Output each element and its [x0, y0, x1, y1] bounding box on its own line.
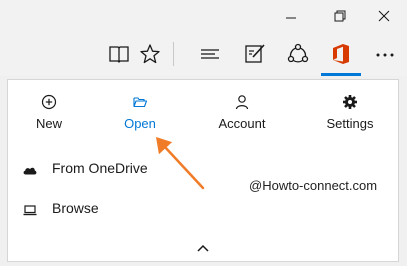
title-bar: [0, 0, 407, 32]
office-icon[interactable]: [329, 42, 353, 66]
settings-label: Settings: [326, 116, 374, 131]
from-onedrive-label: From OneDrive: [52, 160, 148, 176]
open-label: Open: [124, 116, 156, 131]
chevron-up-icon[interactable]: [194, 241, 212, 255]
open-button[interactable]: Open: [100, 94, 180, 134]
office-online-panel: New Open Account Settings From OneDrive …: [7, 79, 399, 262]
account-button[interactable]: Account: [202, 94, 282, 134]
new-label: New: [35, 116, 62, 131]
share-icon[interactable]: [286, 42, 310, 66]
more-icon[interactable]: [373, 42, 397, 66]
browse-label: Browse: [52, 200, 99, 216]
settings-button[interactable]: Settings: [310, 94, 390, 134]
account-label: Account: [218, 116, 266, 131]
cloud-icon: [23, 167, 37, 175]
close-icon[interactable]: [361, 2, 407, 30]
restore-icon[interactable]: [317, 2, 363, 30]
plus-circle-icon: [41, 94, 57, 110]
web-note-icon[interactable]: [243, 42, 267, 66]
favorite-star-icon[interactable]: [138, 42, 162, 66]
toolbar-separator: [173, 42, 174, 66]
laptop-icon: [23, 205, 37, 216]
gear-icon: [343, 95, 357, 109]
person-icon: [235, 95, 249, 110]
watermark: @Howto-connect.com: [249, 178, 378, 193]
hub-icon[interactable]: [198, 42, 222, 66]
folder-open-icon: [133, 97, 148, 108]
minimize-icon[interactable]: [268, 2, 314, 30]
browse-item[interactable]: Browse: [22, 199, 222, 221]
new-button[interactable]: New: [9, 94, 89, 134]
active-indicator: [321, 73, 361, 76]
reading-view-icon[interactable]: [107, 42, 131, 66]
from-onedrive-item[interactable]: From OneDrive: [22, 159, 222, 181]
browser-toolbar: [0, 32, 407, 76]
